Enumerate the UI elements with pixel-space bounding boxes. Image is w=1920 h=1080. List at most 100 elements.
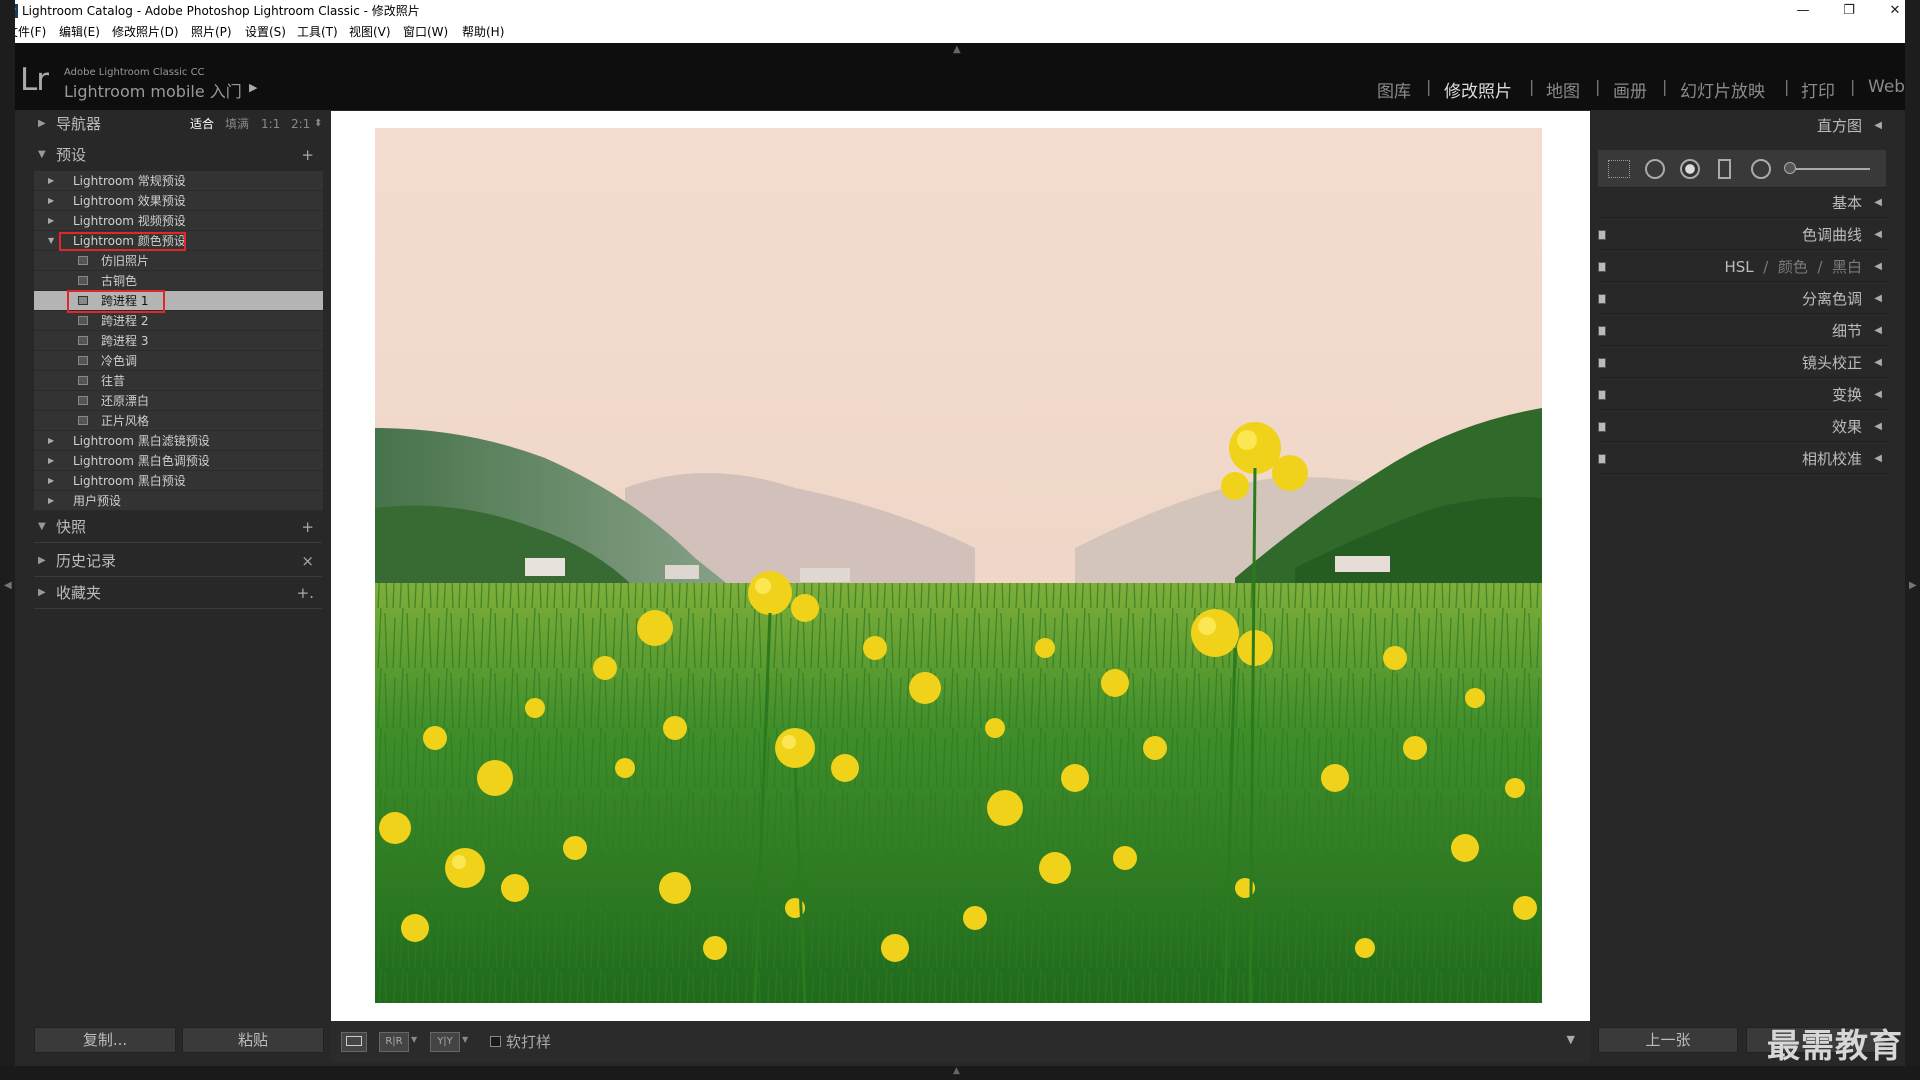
collections-panel-header[interactable]: ▶ 收藏夹 +. <box>18 579 324 607</box>
tone-curve-panel-header[interactable]: 色调曲线 ◀ <box>1598 220 1888 250</box>
before-after-dropdown-icon[interactable]: ▼ <box>411 1035 417 1044</box>
clear-history-icon[interactable]: × <box>301 547 314 575</box>
soft-proof-label: 软打样 <box>506 1033 552 1051</box>
menu-help[interactable]: 帮助(H) <box>462 22 504 43</box>
crop-overlay-icon[interactable] <box>1608 160 1630 178</box>
right-panel-toggle-icon[interactable]: ▶ <box>1909 580 1917 591</box>
hsl-tab[interactable]: HSL <box>1724 258 1753 276</box>
preset-folder[interactable]: ▶ 用户预设 <box>34 491 323 511</box>
presets-panel-header[interactable]: ▼ 预设 + <box>18 141 324 169</box>
mobile-expand-icon[interactable]: ▶ <box>249 81 257 94</box>
collapse-top-arrow-icon[interactable]: ▲ <box>953 44 961 55</box>
panel-switch-icon[interactable] <box>1598 230 1606 240</box>
detail-panel-header[interactable]: 细节 ◀ <box>1598 316 1888 346</box>
menu-view[interactable]: 视图(V) <box>349 22 391 43</box>
preset-item[interactable]: 跨进程 3 <box>34 331 323 351</box>
preset-item[interactable]: 跨进程 2 <box>34 311 323 331</box>
panel-switch-icon[interactable] <box>1598 422 1606 432</box>
collapse-arrow-icon: ◀ <box>1874 229 1882 240</box>
menu-settings[interactable]: 设置(S) <box>245 22 286 43</box>
preset-item-label: 往昔 <box>101 374 126 388</box>
add-snapshot-icon[interactable]: + <box>301 513 314 541</box>
minimize-icon[interactable]: — <box>1780 0 1826 22</box>
before-after-tb-button[interactable]: Y|Y <box>430 1032 460 1052</box>
before-after-tb-dropdown-icon[interactable]: ▼ <box>462 1035 468 1044</box>
preset-folder[interactable]: ▶ Lightroom 视频预设 <box>34 211 323 231</box>
menu-tools[interactable]: 工具(T) <box>297 22 338 43</box>
panel-switch-icon[interactable] <box>1598 390 1606 400</box>
expanded-triangle-icon: ▼ <box>38 521 46 532</box>
menu-edit[interactable]: 编辑(E) <box>59 22 100 43</box>
module-map[interactable]: 地图 <box>1546 77 1580 102</box>
panel-switch-icon[interactable] <box>1598 454 1606 464</box>
preset-folder[interactable]: ▶ Lightroom 常规预设 <box>34 171 323 191</box>
preset-folder[interactable]: ▶ Lightroom 黑白色调预设 <box>34 451 323 471</box>
camera-calibration-panel-header[interactable]: 相机校准 ◀ <box>1598 444 1888 474</box>
panel-switch-icon[interactable] <box>1598 262 1606 272</box>
navigator-panel-header[interactable]: ▶ 导航器 适合 填满 1:1 2:1 ⬍ <box>18 110 324 138</box>
preset-icon <box>78 416 88 425</box>
paste-settings-button[interactable]: 粘贴 <box>182 1027 324 1053</box>
bw-tab[interactable]: 黑白 <box>1832 258 1862 276</box>
panel-switch-icon[interactable] <box>1598 358 1606 368</box>
module-slideshow[interactable]: 幻灯片放映 <box>1680 77 1765 102</box>
rapeseed-field-photo[interactable] <box>375 128 1542 1003</box>
radial-filter-icon[interactable] <box>1751 159 1771 179</box>
previous-button[interactable]: 上一张 <box>1598 1027 1738 1053</box>
toolbar-content-dropdown-icon[interactable]: ▼ <box>1567 1033 1575 1046</box>
preset-item[interactable]: 还原漂白 <box>34 391 323 411</box>
preset-folder[interactable]: ▶ Lightroom 效果预设 <box>34 191 323 211</box>
filmstrip-collapsed-bar[interactable]: ▲ <box>0 1066 1920 1080</box>
basic-panel-header[interactable]: 基本 ◀ <box>1598 188 1888 218</box>
module-book[interactable]: 画册 <box>1613 77 1647 102</box>
module-print[interactable]: 打印 <box>1801 77 1835 102</box>
preset-item[interactable]: 往昔 <box>34 371 323 391</box>
zoom-stepper-icon[interactable]: ⬍ <box>314 110 322 138</box>
hsl-panel-header[interactable]: HSL / 颜色 / 黑白 ◀ <box>1598 252 1888 282</box>
preset-item[interactable]: 仿旧照片 <box>34 251 323 271</box>
module-library[interactable]: 图库 <box>1377 77 1411 102</box>
preset-item[interactable]: 冷色调 <box>34 351 323 371</box>
panel-switch-icon[interactable] <box>1598 326 1606 336</box>
transform-panel-header[interactable]: 变换 ◀ <box>1598 380 1888 410</box>
lightroom-window: Lr Lightroom Catalog - Adobe Photoshop L… <box>0 0 1920 1080</box>
graduated-filter-icon[interactable] <box>1718 159 1731 179</box>
restore-icon[interactable]: ❐ <box>1826 0 1872 22</box>
histogram-panel-header[interactable]: 直方图 ◀ <box>1598 111 1888 141</box>
folder-collapsed-icon: ▶ <box>48 196 55 205</box>
right-edge-strip[interactable] <box>1905 0 1920 1080</box>
spot-removal-icon[interactable] <box>1645 159 1665 179</box>
split-toning-panel-header[interactable]: 分离色调 ◀ <box>1598 284 1888 314</box>
history-panel-header[interactable]: ▶ 历史记录 × <box>18 547 324 575</box>
adjustment-brush-icon[interactable] <box>1790 168 1870 170</box>
panel-switch-icon[interactable] <box>1598 294 1606 304</box>
module-web[interactable]: Web <box>1868 77 1905 97</box>
navigator-fit[interactable]: 适合 <box>190 110 214 138</box>
before-after-lr-button[interactable]: R|R <box>379 1032 409 1052</box>
preset-folder[interactable]: ▶ Lightroom 黑白滤镜预设 <box>34 431 323 451</box>
preset-item[interactable]: 正片风格 <box>34 411 323 431</box>
navigator-1to1[interactable]: 1:1 <box>261 110 280 138</box>
copy-settings-button[interactable]: 复制... <box>34 1027 176 1053</box>
navigator-2to1[interactable]: 2:1 <box>291 110 310 138</box>
navigator-fill[interactable]: 填满 <box>225 110 249 138</box>
menu-photo[interactable]: 照片(P) <box>191 22 232 43</box>
module-develop[interactable]: 修改照片 <box>1444 77 1512 102</box>
snapshots-panel-header[interactable]: ▼ 快照 + <box>18 513 324 541</box>
filmstrip-toggle-icon[interactable]: ▲ <box>953 1066 960 1076</box>
add-preset-icon[interactable]: + <box>301 141 314 169</box>
menu-window[interactable]: 窗口(W) <box>403 22 448 43</box>
effects-panel-header[interactable]: 效果 ◀ <box>1598 412 1888 442</box>
red-eye-icon[interactable] <box>1680 159 1700 179</box>
left-panel-toggle-icon[interactable]: ◀ <box>4 580 12 591</box>
soft-proof-checkbox[interactable] <box>490 1036 501 1047</box>
add-collection-icon[interactable]: +. <box>297 579 314 607</box>
preset-folder[interactable]: ▶ Lightroom 黑白预设 <box>34 471 323 491</box>
left-edge-strip[interactable] <box>0 0 15 1080</box>
preset-item[interactable]: 古铜色 <box>34 271 323 291</box>
menu-develop[interactable]: 修改照片(D) <box>112 22 179 43</box>
loupe-view-icon[interactable] <box>341 1032 367 1052</box>
lightroom-mobile-link[interactable]: Lightroom mobile 入门 <box>64 78 242 102</box>
lens-corrections-panel-header[interactable]: 镜头校正 ◀ <box>1598 348 1888 378</box>
color-tab[interactable]: 颜色 <box>1778 258 1808 276</box>
